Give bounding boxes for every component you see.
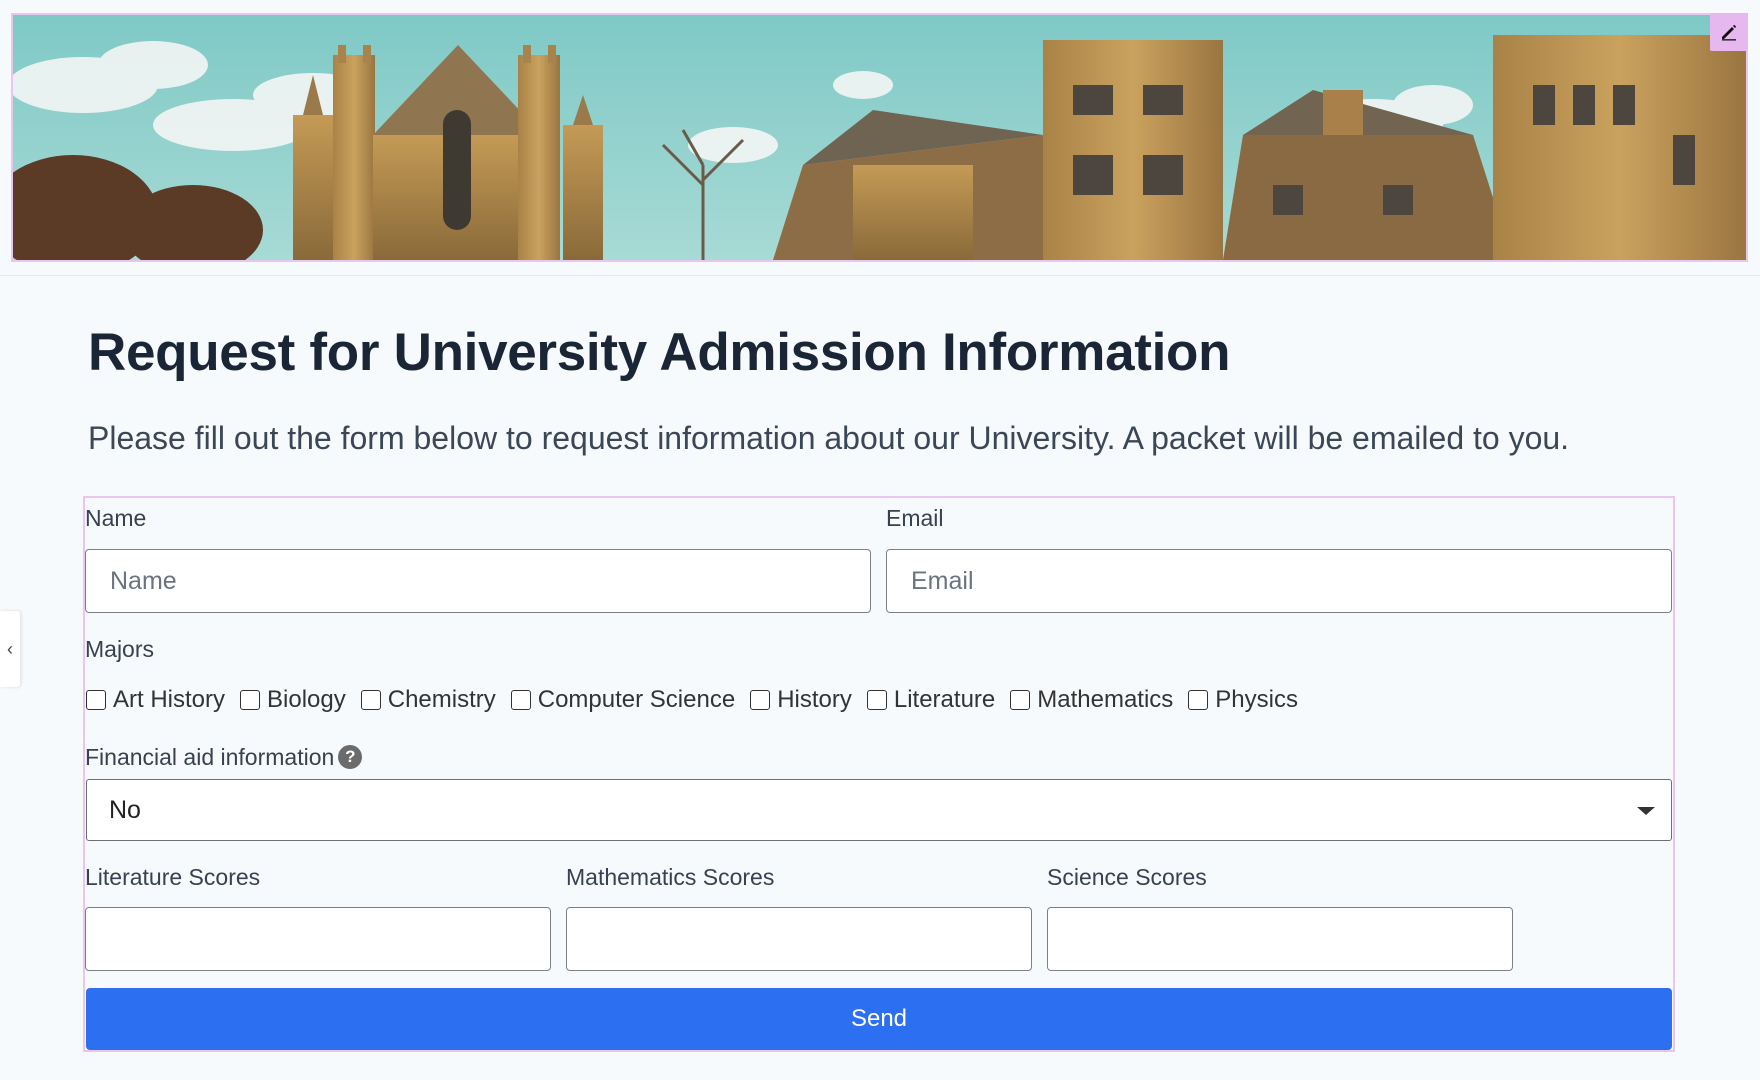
campus-banner-image xyxy=(11,13,1748,262)
edit-banner-button[interactable] xyxy=(1710,13,1748,51)
email-input[interactable] xyxy=(886,549,1672,613)
chevron-left-icon: ‹ xyxy=(7,638,13,659)
email-label: Email xyxy=(886,505,944,531)
financial-aid-label: Financial aid information? xyxy=(85,744,363,771)
checkbox[interactable] xyxy=(86,690,106,710)
major-checkbox-physics[interactable]: Physics xyxy=(1188,686,1298,714)
name-label: Name xyxy=(85,505,147,531)
science-scores-input[interactable] xyxy=(1047,907,1513,971)
majors-label: Majors xyxy=(85,636,155,662)
checkbox[interactable] xyxy=(510,690,531,710)
name-input[interactable] xyxy=(85,549,871,613)
major-checkbox-chemistry[interactable]: Chemistry xyxy=(360,686,496,714)
major-checkbox-mathematics[interactable]: Mathematics xyxy=(1010,686,1173,714)
checkbox[interactable] xyxy=(240,690,261,710)
financial-aid-selected-value: No xyxy=(109,795,141,824)
checkbox[interactable] xyxy=(1188,690,1209,710)
major-checkbox-art-history[interactable]: Art History xyxy=(86,686,225,714)
help-icon[interactable]: ? xyxy=(338,744,363,769)
header-banner-area xyxy=(0,0,1760,276)
pencil-icon xyxy=(1722,24,1737,41)
majors-checkbox-group: Art History Biology Chemistry Computer S… xyxy=(86,686,1313,714)
literature-scores-label: Literature Scores xyxy=(85,864,261,890)
mathematics-scores-label: Mathematics Scores xyxy=(566,864,775,890)
major-checkbox-literature[interactable]: Literature xyxy=(866,686,995,714)
major-checkbox-biology[interactable]: Biology xyxy=(240,686,346,714)
major-checkbox-computer-science[interactable]: Computer Science xyxy=(510,686,735,714)
literature-scores-input[interactable] xyxy=(85,907,551,971)
collapse-panel-tab[interactable]: ‹ xyxy=(0,611,20,687)
checkbox[interactable] xyxy=(750,690,771,710)
financial-aid-select[interactable]: No xyxy=(86,779,1672,841)
science-scores-label: Science Scores xyxy=(1047,864,1207,890)
page-subtitle: Please fill out the form below to reques… xyxy=(88,420,1570,456)
caret-down-icon xyxy=(1637,807,1655,815)
campus-illustration xyxy=(13,15,1746,260)
checkbox[interactable] xyxy=(360,690,381,710)
banner-divider xyxy=(0,275,1760,276)
checkbox[interactable] xyxy=(1010,690,1031,710)
page-title: Request for University Admission Informa… xyxy=(88,323,1231,382)
mathematics-scores-input[interactable] xyxy=(566,907,1032,971)
send-button[interactable]: Send xyxy=(86,988,1672,1050)
major-checkbox-history[interactable]: History xyxy=(750,686,852,714)
checkbox[interactable] xyxy=(866,690,887,710)
